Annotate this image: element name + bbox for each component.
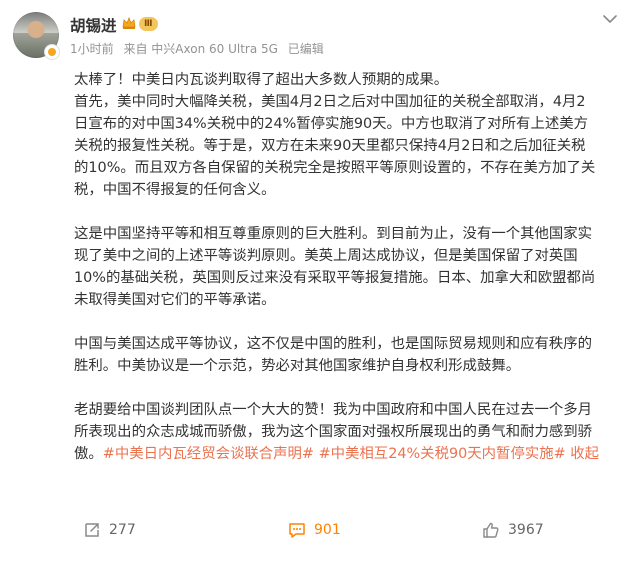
post-source: 来自 中兴Axon 60 Ultra 5G [123, 42, 278, 56]
post-line: 10%的基础关税，英国则反过来没有采取平等报复措施。日本、加拿大和欧盟都尚 [74, 270, 596, 286]
post-line: 税，中国不得报复的任何含义。 [74, 182, 276, 198]
post-line: 太棒了！中美日内瓦谈判取得了超出大多数人预期的成果。 [74, 72, 449, 88]
like-icon [483, 522, 499, 538]
post-time[interactable]: 1小时前 [70, 42, 114, 56]
hashtag-link[interactable]: #中美相互24%关税90天内暂停实施# [319, 446, 566, 462]
post-line: 未取得美国对它们的平等承诺。 [74, 292, 276, 308]
repost-icon [85, 523, 99, 537]
post-line: 关税的报复性关税。等于是，双方在未来90天里都只保持4月2日和之后加征关税 [74, 138, 586, 154]
post-line: 老胡要给中国谈判团队点一个大大的赞！我为中国政府和中国人民在过去一个多月 [74, 402, 593, 418]
hashtag-link[interactable]: #中美日内瓦经贸会谈联合声明# [103, 446, 314, 462]
post-body: 太棒了！中美日内瓦谈判取得了超出大多数人预期的成果。 首先，美中同时大幅降关税，… [74, 69, 618, 465]
post-header: 胡锡进 Ⅲ 1小时前 来自 中兴Axon 60 Ultra 5G 已编辑 [0, 0, 635, 64]
post-line: 胜利。中美协议是一个示范，势必对其他国家维护自身权利形成鼓舞。 [74, 358, 521, 374]
post-line: 的10%。而且双方各自保留的关税完全是按照平等原则设置的，不存在美方加了关 [74, 160, 596, 176]
avatar-badge-icon [44, 44, 60, 60]
post-line: 现了美中之间的上述平等谈判原则。美英上周达成协议，但是美国保留了对英国 [74, 248, 578, 264]
chevron-down-icon[interactable] [603, 14, 617, 24]
vip-level-badge: Ⅲ [139, 17, 158, 31]
comment-count: 901 [314, 522, 341, 538]
post-line: 日宣布的对中国34%关税中的24%暂停实施90天。中方也取消了对所有上述美方 [74, 116, 589, 132]
collapse-link[interactable]: 收起 [570, 446, 599, 462]
like-button[interactable]: 3967 [482, 510, 544, 550]
crown-icon [122, 16, 136, 29]
repost-count: 277 [109, 522, 136, 538]
post-meta: 1小时前 来自 中兴Axon 60 Ultra 5G 已编辑 [70, 40, 330, 57]
action-bar: 277 901 3967 [0, 510, 635, 550]
comment-button[interactable]: 901 [288, 510, 341, 550]
post-line: 中国与美国达成平等协议，这不仅是中国的胜利，也是国际贸易规则和应有秩序的 [74, 336, 593, 352]
post-line: 这是中国坚持平等和相互尊重原则的巨大胜利。到目前为止，没有一个其他国家实 [74, 226, 593, 242]
post-line: 所表现出的众志成城而骄傲，我为这个国家面对强权所展现出的勇气和耐力感到骄 [74, 424, 593, 440]
author-name[interactable]: 胡锡进 [70, 14, 117, 36]
edited-label[interactable]: 已编辑 [288, 42, 324, 56]
comment-icon [289, 523, 305, 538]
like-count: 3967 [508, 522, 544, 538]
repost-button[interactable]: 277 [83, 510, 136, 550]
post-line-last: 傲。#中美日内瓦经贸会谈联合声明# #中美相互24%关税90天内暂停实施# 收起 [74, 443, 618, 465]
post-line: 首先，美中同时大幅降关税，美国4月2日之后对中国加征的关税全部取消，4月2 [74, 94, 586, 110]
post-text: 傲。 [74, 446, 103, 462]
